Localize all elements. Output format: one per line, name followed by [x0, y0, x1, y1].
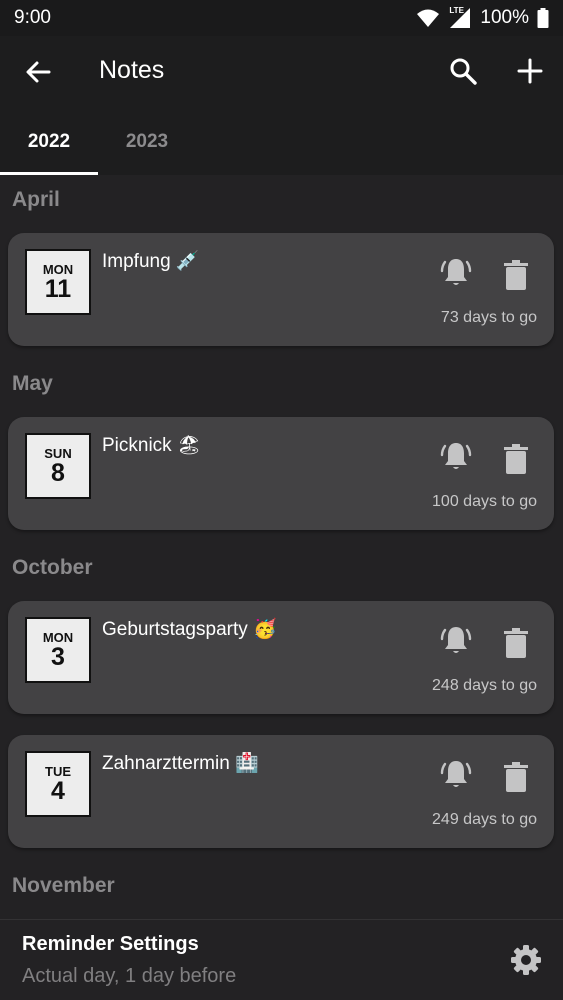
note-title: Impfung 💉 [102, 251, 200, 272]
bell-ringing-icon[interactable] [440, 758, 472, 792]
battery-percent: 100% [480, 7, 529, 28]
trash-icon[interactable] [504, 628, 528, 658]
note-card[interactable]: MON 3 Geburtstagsparty 🥳 248 days to go [8, 601, 554, 714]
date-badge: MON 11 [25, 249, 91, 315]
status-bar: 9:00 LTE 100% [0, 0, 563, 36]
notes-screen: 9:00 LTE 100% Notes 2022 2023 April MON … [0, 0, 563, 1000]
note-title: Zahnarzttermin 🏥 [102, 753, 259, 774]
status-time: 9:00 [14, 7, 51, 28]
app-bar: Notes [0, 36, 563, 108]
date-day: 8 [51, 459, 65, 487]
status-icons: LTE 100% [416, 6, 549, 29]
bell-ringing-icon[interactable] [440, 624, 472, 658]
year-tabs: 2022 2023 [0, 108, 563, 175]
month-header-november: November [12, 874, 115, 897]
search-icon[interactable] [449, 57, 477, 85]
days-remaining: 248 days to go [432, 677, 537, 694]
reminder-settings[interactable]: Reminder Settings Actual day, 1 day befo… [0, 919, 563, 1000]
date-badge: SUN 8 [25, 433, 91, 499]
bell-ringing-icon[interactable] [440, 440, 472, 474]
date-badge: MON 3 [25, 617, 91, 683]
date-day: 4 [51, 777, 65, 805]
tab-2023[interactable]: 2023 [98, 108, 196, 175]
note-title: Picknick 🏖 [102, 435, 202, 456]
wifi-icon [417, 9, 440, 27]
trash-icon[interactable] [504, 762, 528, 792]
date-day: 11 [44, 275, 72, 303]
date-badge: TUE 4 [25, 751, 91, 817]
note-card[interactable]: TUE 4 Zahnarzttermin 🏥 249 days to go [8, 735, 554, 848]
page-title: Notes [99, 56, 165, 84]
gear-icon[interactable] [510, 944, 542, 976]
month-header-may: May [12, 372, 53, 395]
days-remaining: 73 days to go [440, 309, 537, 326]
reminder-settings-title: Reminder Settings [22, 933, 199, 955]
tab-2022[interactable]: 2022 [0, 108, 98, 175]
days-remaining: 249 days to go [432, 811, 537, 828]
note-card[interactable]: MON 11 Impfung 💉 73 days to go [8, 233, 554, 346]
plus-icon[interactable] [516, 57, 544, 85]
trash-icon[interactable] [504, 444, 528, 474]
days-remaining: 100 days to go [432, 493, 537, 510]
network-type: LTE [449, 6, 464, 15]
trash-icon[interactable] [504, 260, 528, 290]
battery-icon [537, 8, 549, 28]
month-header-april: April [12, 188, 60, 211]
month-header-october: October [12, 556, 93, 579]
cell-signal-icon: LTE [448, 6, 472, 29]
reminder-settings-value: Actual day, 1 day before [22, 965, 237, 987]
bell-ringing-icon[interactable] [440, 256, 472, 290]
note-title: Geburtstagsparty 🥳 [102, 619, 277, 640]
date-day: 3 [51, 643, 65, 671]
note-card[interactable]: SUN 8 Picknick 🏖 100 days to go [8, 417, 554, 530]
active-tab-indicator [0, 172, 98, 175]
arrow-back-icon[interactable] [24, 58, 52, 86]
